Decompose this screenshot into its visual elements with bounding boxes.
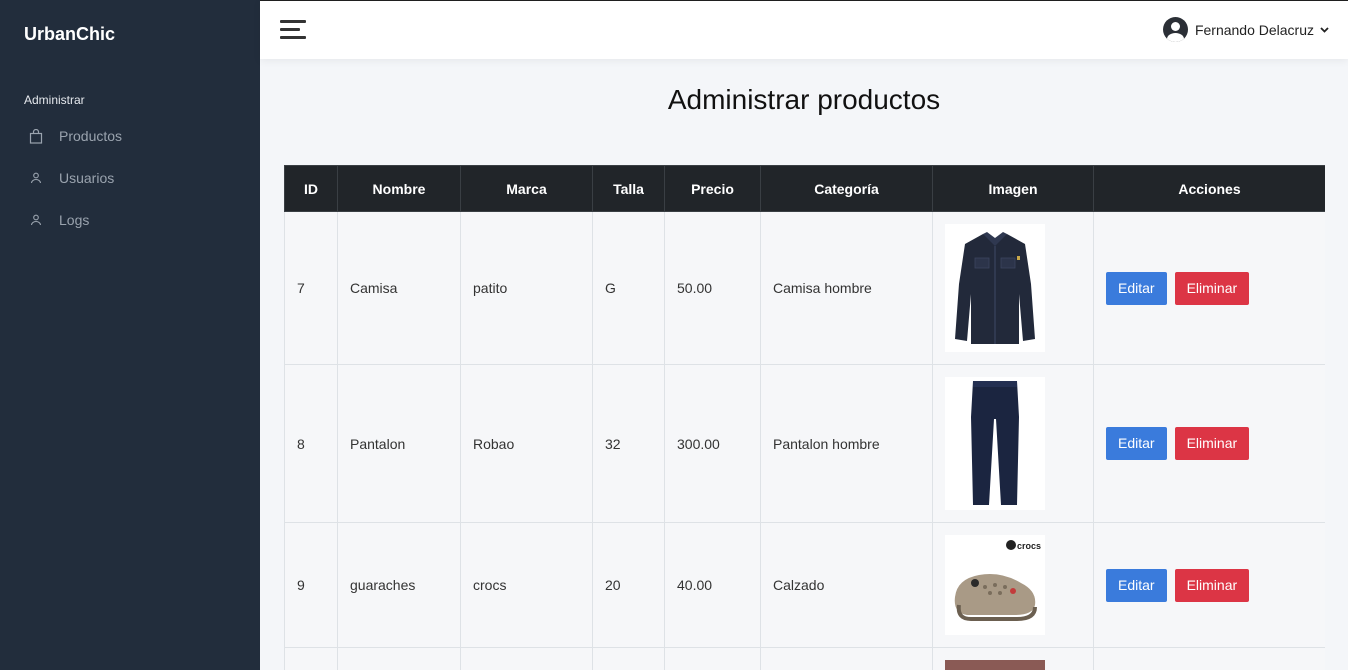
cell-nombre: guaraches [337, 522, 461, 648]
product-image-partial [945, 660, 1045, 670]
user-menu[interactable]: Fernando Delacruz [1162, 17, 1330, 42]
cell-nombre: Camisa [337, 211, 461, 365]
products-table: ID Nombre Marca Talla Precio Categoría I… [284, 165, 1325, 670]
delete-button[interactable]: Eliminar [1174, 427, 1250, 460]
column-header-nombre: Nombre [337, 165, 461, 212]
cell-precio: 300.00 [664, 364, 761, 523]
products-table-container: ID Nombre Marca Talla Precio Categoría I… [284, 165, 1325, 670]
crocs-logo-text: crocs [1017, 541, 1041, 551]
delete-button[interactable]: Eliminar [1174, 271, 1250, 305]
cell-marca: patito [460, 211, 593, 365]
delete-button[interactable]: Eliminar [1174, 568, 1250, 602]
topbar: Fernando Delacruz [260, 0, 1348, 59]
cell-id: 9 [284, 522, 338, 648]
column-header-precio: Precio [664, 165, 761, 212]
sidebar: UrbanChic Administrar Productos Usuarios… [0, 0, 260, 670]
sidebar-item-label: Usuarios [59, 170, 115, 186]
cell-categoria: Pantalon hombre [760, 364, 933, 523]
sidebar-item-label: Productos [59, 128, 123, 144]
product-image-crocs: crocs [945, 535, 1045, 635]
chevron-down-icon [1320, 25, 1330, 35]
column-header-talla: Talla [592, 165, 665, 212]
cell-categoria: Calzado [760, 522, 933, 648]
column-header-categoria: Categoría [760, 165, 933, 212]
product-image-pants [945, 377, 1045, 510]
cell-id: 8 [284, 364, 338, 523]
cell-categoria: Camisa hombre [760, 211, 933, 365]
cell-nombre: Pantalon [337, 364, 461, 523]
cell-talla: 32 [592, 364, 665, 523]
sidebar-item-logs[interactable]: Logs [28, 209, 89, 231]
bag-icon [28, 128, 44, 144]
sidebar-item-label: Logs [59, 212, 90, 228]
cell-precio: 50.00 [664, 211, 761, 365]
cell-marca: crocs [460, 522, 593, 648]
page-title: Administrar productos [667, 84, 941, 115]
user-icon [28, 170, 44, 186]
table-row [284, 647, 1325, 670]
table-row: 9 guaraches crocs 20 40.00 Calzado crocs [284, 522, 1325, 648]
menu-toggle-icon[interactable] [280, 20, 306, 40]
cell-id: 7 [284, 211, 338, 365]
table-row: 8 Pantalon Robao 32 300.00 Pantalon homb… [284, 364, 1325, 523]
cell-talla: 20 [592, 522, 665, 648]
product-image-shirt [945, 224, 1045, 352]
sidebar-item-productos[interactable]: Productos [28, 125, 122, 147]
cell-talla: G [592, 211, 665, 365]
column-header-marca: Marca [460, 165, 593, 212]
edit-button[interactable]: Editar [1106, 568, 1167, 602]
column-header-imagen: Imagen [932, 165, 1094, 212]
edit-button[interactable]: Editar [1106, 427, 1167, 460]
column-header-acciones: Acciones [1093, 165, 1325, 212]
table-header-row: ID Nombre Marca Talla Precio Categoría I… [284, 165, 1325, 212]
sidebar-item-usuarios[interactable]: Usuarios [28, 167, 114, 189]
user-name: Fernando Delacruz [1194, 21, 1314, 38]
sidebar-section-label: Administrar [24, 93, 85, 107]
avatar-icon [1162, 17, 1188, 42]
cell-marca: Robao [460, 364, 593, 523]
table-row: 7 Camisa patito G 50.00 Camisa hombre Ed… [284, 211, 1325, 365]
user-icon [28, 212, 44, 228]
cell-precio: 40.00 [664, 522, 761, 648]
column-header-id: ID [284, 165, 338, 212]
brand-logo[interactable]: UrbanChic [24, 24, 115, 45]
edit-button[interactable]: Editar [1106, 271, 1167, 305]
